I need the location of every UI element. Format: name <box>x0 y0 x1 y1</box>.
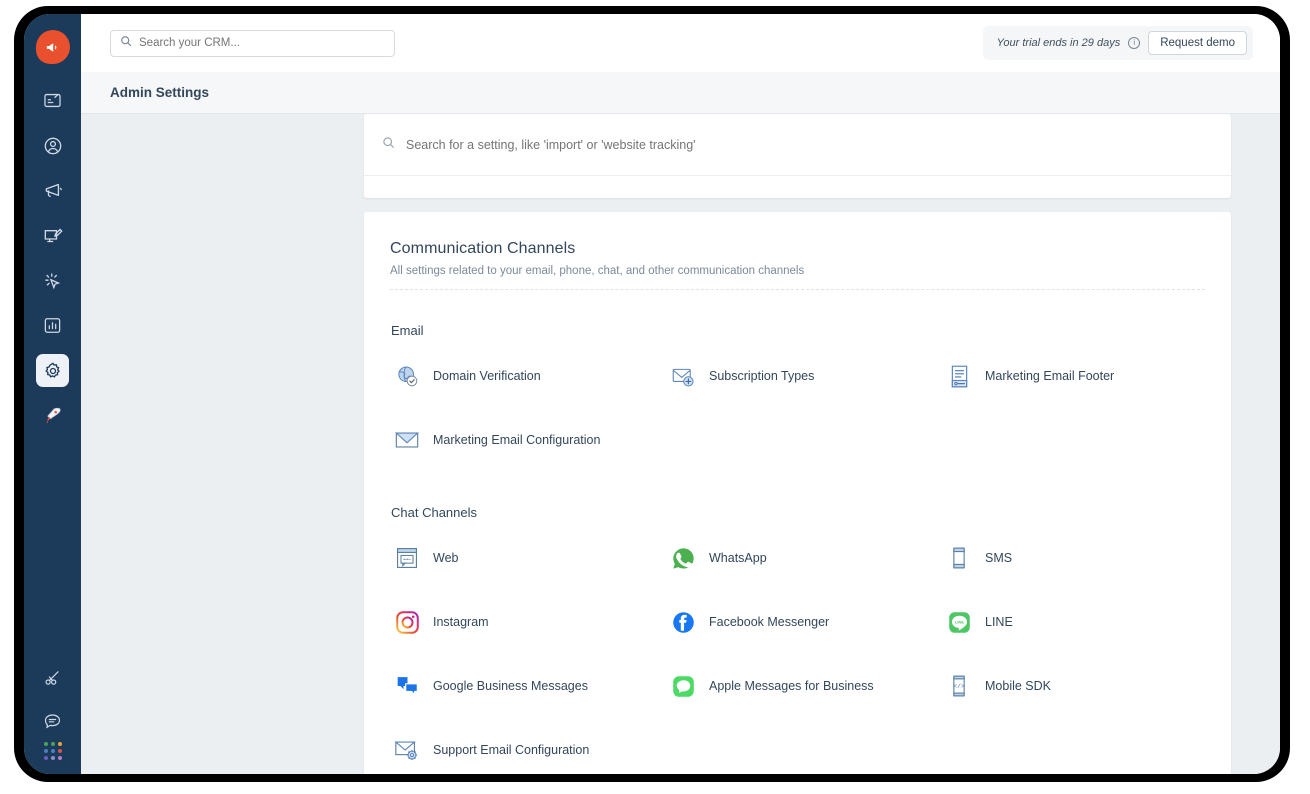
document-footer-icon <box>946 363 972 389</box>
google-messages-icon <box>394 673 420 699</box>
email-channel-grid: Domain Verification Subscription Types M… <box>390 344 1205 472</box>
megaphone-logo-icon <box>35 30 70 64</box>
sidebar-item-snip[interactable] <box>36 662 69 695</box>
channel-item-whatsapp[interactable]: WhatsApp <box>666 526 942 590</box>
app-grid-icon[interactable] <box>43 742 62 760</box>
sidebar-item-settings[interactable] <box>36 354 83 387</box>
channel-label: Apple Messages for Business <box>709 679 874 693</box>
automation-cursor-click-icon <box>43 271 63 291</box>
chat-channel-grid: Web WhatsApp SMS Instagram Facebook Mess… <box>390 526 1205 774</box>
device-screen: Your trial ends in 29 days i Request dem… <box>24 14 1280 774</box>
channel-item-mobile-sdk[interactable]: </> Mobile SDK <box>942 654 1218 718</box>
left-navigation-rail <box>24 14 83 774</box>
channel-label: Subscription Types <box>709 369 815 383</box>
channel-item-sms[interactable]: SMS <box>942 526 1218 590</box>
instagram-icon <box>394 609 420 635</box>
communication-channels-card: Communication Channels All settings rela… <box>364 212 1231 774</box>
page-header: Admin Settings <box>81 72 1280 114</box>
channel-label: Instagram <box>433 615 489 629</box>
envelope-plus-icon <box>670 363 696 389</box>
rocket-launch-icon <box>43 406 63 426</box>
settings-left-pane <box>81 114 351 774</box>
channel-item-marketing-email-footer[interactable]: Marketing Email Footer <box>942 344 1218 408</box>
envelope-gear-icon <box>394 737 420 763</box>
sidebar-item-chat[interactable] <box>36 705 69 738</box>
request-demo-button[interactable]: Request demo <box>1148 31 1247 55</box>
settings-search-field[interactable] <box>364 114 1231 176</box>
channel-item-support-email-configuration[interactable]: Support Email Configuration <box>390 718 666 774</box>
device-bezel: Your trial ends in 29 days i Request dem… <box>14 6 1290 782</box>
content-monitor-edit-icon <box>43 226 63 246</box>
section-subtitle: All settings related to your email, phon… <box>390 265 805 277</box>
sidebar-item-contacts[interactable] <box>36 129 83 162</box>
facebook-icon <box>670 609 696 635</box>
whatsapp-icon <box>670 545 696 571</box>
megaphone-marketing-icon <box>43 181 63 201</box>
channel-item-apple-messages[interactable]: Apple Messages for Business <box>666 654 942 718</box>
channel-label: LINE <box>985 615 1013 629</box>
sidebar-item-marketing[interactable] <box>36 174 83 207</box>
mobile-phone-icon <box>946 545 972 571</box>
settings-search-input[interactable] <box>406 137 1213 152</box>
svg-text:LINE: LINE <box>955 619 964 624</box>
chat-bubble-icon <box>43 712 62 731</box>
settings-content: Communication Channels All settings rela… <box>81 114 1280 774</box>
channel-item-line[interactable]: LINE LINE <box>942 590 1218 654</box>
snip-scissors-icon <box>43 669 62 688</box>
mobile-code-icon: </> <box>946 673 972 699</box>
search-icon <box>120 34 132 52</box>
section-title: Communication Channels <box>390 240 576 257</box>
channel-label: Support Email Configuration <box>433 743 590 757</box>
sidebar-item-content[interactable] <box>36 219 69 252</box>
apple-messages-icon <box>670 673 696 699</box>
channel-item-google-business-messages[interactable]: Google Business Messages <box>390 654 666 718</box>
channel-item-instagram[interactable]: Instagram <box>390 590 666 654</box>
channel-label: Marketing Email Footer <box>985 369 1115 383</box>
settings-search-card <box>364 114 1231 198</box>
envelope-icon <box>394 427 420 453</box>
app-logo[interactable] <box>35 30 70 64</box>
sidebar-item-notes[interactable] <box>36 84 69 117</box>
settings-center-column: Communication Channels All settings rela… <box>364 114 1231 774</box>
top-bar: Your trial ends in 29 days i Request dem… <box>81 14 1280 72</box>
sidebar-item-automation[interactable] <box>36 264 83 297</box>
section-divider <box>390 289 1205 290</box>
channel-item-subscription-types[interactable]: Subscription Types <box>666 344 942 408</box>
channel-item-domain-verification[interactable]: Domain Verification <box>390 344 666 408</box>
svg-text:</>: </> <box>953 683 965 690</box>
settings-gear-icon <box>43 361 63 381</box>
channel-label: SMS <box>985 551 1013 565</box>
channel-label: Domain Verification <box>433 369 541 383</box>
search-icon <box>382 136 395 154</box>
channel-label: Marketing Email Configuration <box>433 433 601 447</box>
line-icon: LINE <box>946 609 972 635</box>
channel-label: Mobile SDK <box>985 679 1051 693</box>
group-title-email: Email <box>391 323 424 338</box>
global-search-input[interactable] <box>139 37 385 49</box>
channel-label: Google Business Messages <box>433 679 588 693</box>
trial-status-text: Your trial ends in 29 days <box>996 37 1121 49</box>
channel-label: Facebook Messenger <box>709 615 830 629</box>
notes-card-icon <box>43 91 62 110</box>
sidebar-item-reports[interactable] <box>36 309 83 342</box>
global-search[interactable] <box>110 29 395 57</box>
channel-label: WhatsApp <box>709 551 767 565</box>
sidebar-item-launch[interactable] <box>36 399 69 432</box>
group-title-chat-channels: Chat Channels <box>391 505 477 520</box>
globe-check-icon <box>394 363 420 389</box>
reports-bar-chart-icon <box>43 316 62 335</box>
info-icon[interactable]: i <box>1128 37 1141 49</box>
channel-item-facebook-messenger[interactable]: Facebook Messenger <box>666 590 942 654</box>
channel-item-marketing-email-configuration[interactable]: Marketing Email Configuration <box>390 408 666 472</box>
contacts-person-icon <box>43 136 63 156</box>
channel-item-web[interactable]: Web <box>390 526 666 590</box>
channel-label: Web <box>433 551 459 565</box>
browser-chat-icon <box>394 545 420 571</box>
page-title: Admin Settings <box>110 85 210 100</box>
trial-banner: Your trial ends in 29 days i Request dem… <box>982 26 1253 60</box>
